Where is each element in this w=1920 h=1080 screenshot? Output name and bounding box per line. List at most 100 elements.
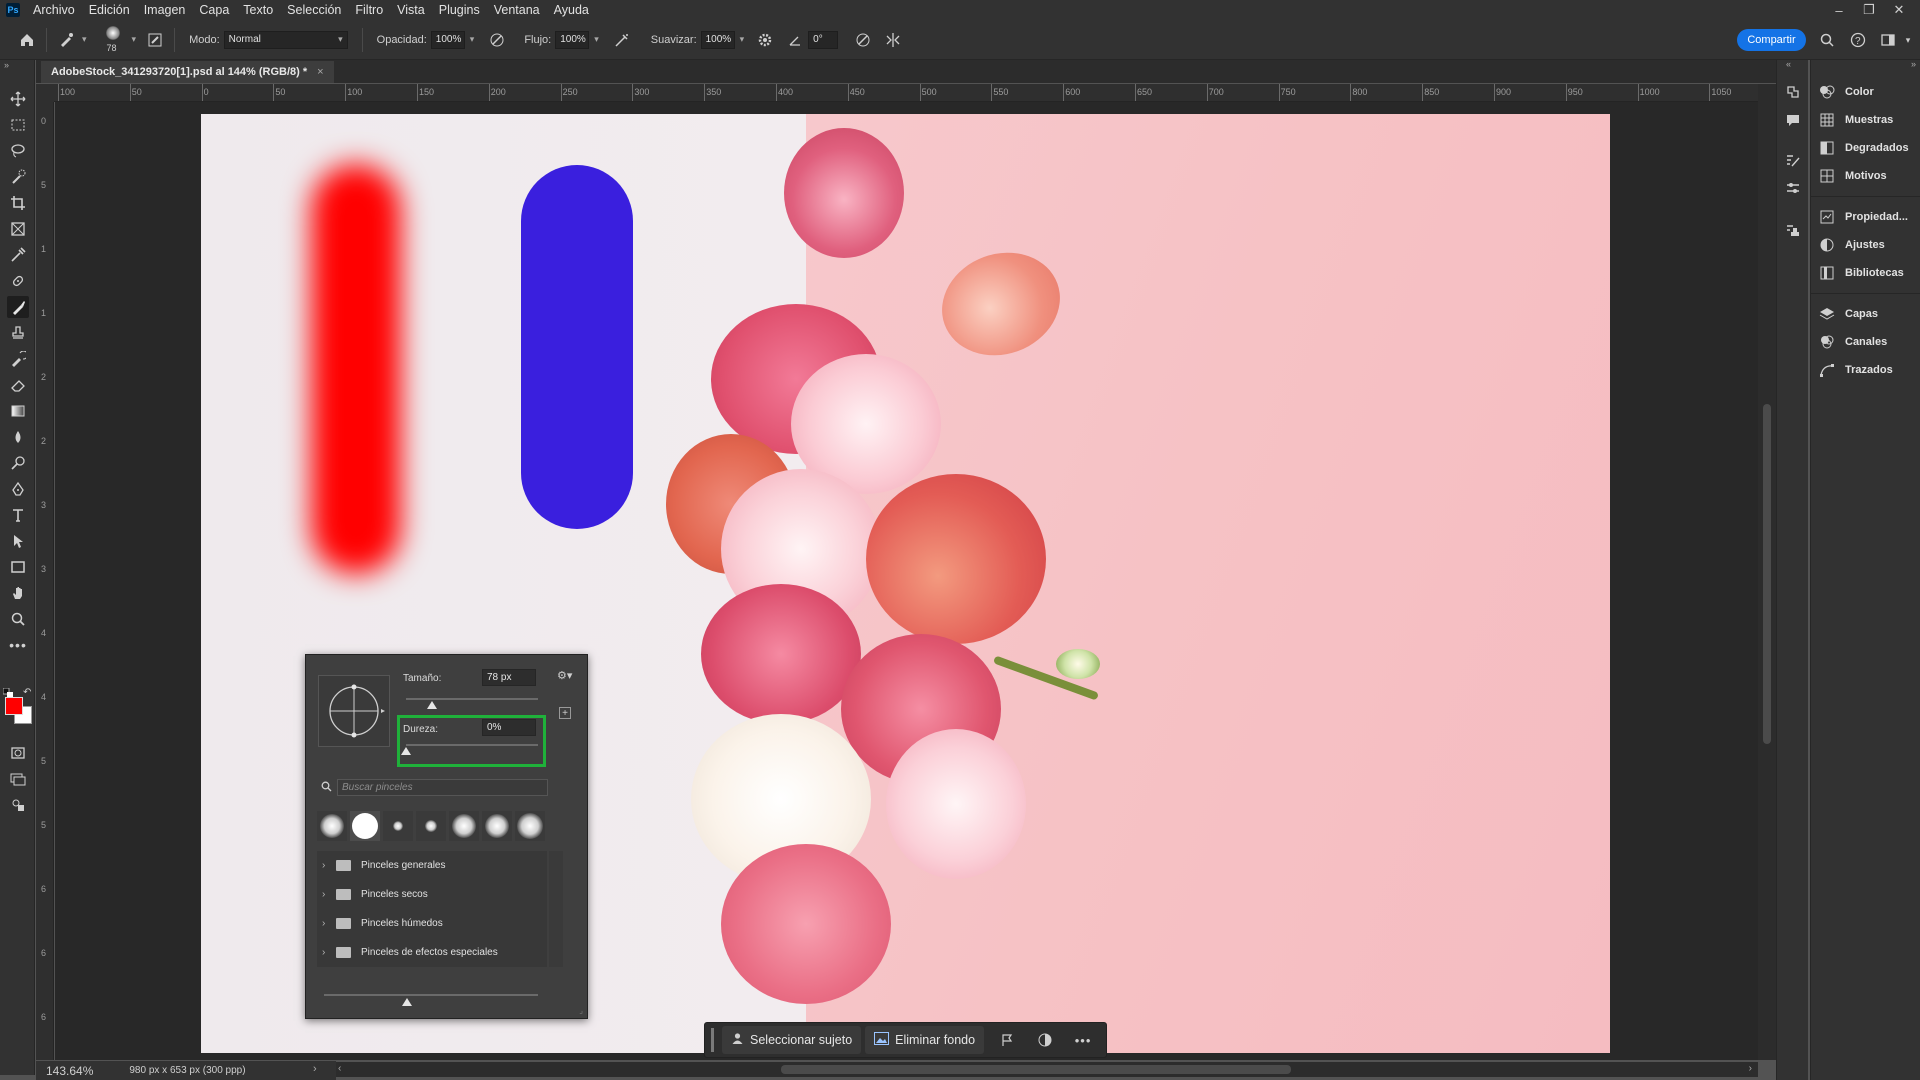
more-options-icon[interactable]: ••• <box>1064 1026 1102 1054</box>
opacity-input[interactable]: 100% <box>430 30 465 49</box>
hardness-input[interactable]: 0% <box>482 719 536 736</box>
select-subject-button[interactable]: Seleccionar sujeto <box>722 1026 862 1054</box>
vertical-scroll-thumb[interactable] <box>1763 404 1771 744</box>
swap-colors-icon[interactable]: ↶ <box>23 687 31 698</box>
restore-icon[interactable]: ❐ <box>1854 0 1884 20</box>
brush-folder-dry[interactable]: › Pinceles secos <box>317 880 547 909</box>
hardness-slider[interactable] <box>406 744 538 746</box>
minimize-icon[interactable]: – <box>1824 0 1854 20</box>
hand-tool-icon[interactable] <box>7 582 29 604</box>
panel-color[interactable]: Color <box>1819 82 1874 102</box>
brush-search-input[interactable]: Buscar pinceles <box>337 779 548 796</box>
panel-channels[interactable]: Canales <box>1819 332 1887 352</box>
menu-capa[interactable]: Capa <box>192 0 236 20</box>
clone-stamp-tool-icon[interactable] <box>7 322 29 344</box>
quick-selection-tool-icon[interactable] <box>7 166 29 188</box>
panel-properties[interactable]: Propiedad... <box>1819 207 1908 227</box>
type-tool-icon[interactable] <box>7 504 29 526</box>
brush-tip-soft-medium-2[interactable] <box>482 811 512 841</box>
edit-toolbar-icon[interactable] <box>7 794 29 816</box>
foreground-color-swatch[interactable] <box>5 697 23 715</box>
airbrush-icon[interactable] <box>609 27 635 53</box>
brush-picker[interactable]: 78 <box>97 22 129 58</box>
dodge-tool-icon[interactable] <box>7 452 29 474</box>
default-colors-icon[interactable] <box>2 687 13 698</box>
document-tab[interactable]: AdobeStock_341293720[1].psd al 144% (RGB… <box>41 61 334 83</box>
resize-grip-icon[interactable]: ⌟ <box>579 1006 583 1015</box>
history-panel-icon[interactable] <box>1785 84 1801 103</box>
flag-icon[interactable] <box>988 1026 1026 1054</box>
brush-tip-hard-selected[interactable] <box>350 811 380 841</box>
chevron-down-icon[interactable]: ▾ <box>594 34 599 45</box>
menu-edicion[interactable]: Edición <box>82 0 137 20</box>
clone-source-icon[interactable] <box>1785 222 1801 241</box>
pressure-opacity-icon[interactable] <box>484 27 510 53</box>
angle-input[interactable]: 0° <box>808 30 839 49</box>
lasso-tool-icon[interactable] <box>7 140 29 162</box>
horizontal-scrollbar[interactable]: ‹ › <box>336 1062 1758 1077</box>
brush-folder-wet[interactable]: › Pinceles húmedos <box>317 909 547 938</box>
brush-tool-icon[interactable] <box>7 296 29 318</box>
mode-select[interactable]: Normal ▾ <box>223 30 348 49</box>
panel-paths[interactable]: Trazados <box>1819 360 1893 380</box>
close-window-icon[interactable]: ✕ <box>1884 0 1914 20</box>
panel-layers[interactable]: Capas <box>1819 304 1878 324</box>
menu-vista[interactable]: Vista <box>390 0 432 20</box>
panel-gradients[interactable]: Degradados <box>1819 138 1909 158</box>
brush-tip-soft-medium[interactable] <box>449 811 479 841</box>
smoothing-input[interactable]: 100% <box>700 30 735 49</box>
history-brush-tool-icon[interactable] <box>7 348 29 370</box>
brush-settings-panel-icon[interactable] <box>142 27 168 53</box>
chevron-down-icon[interactable]: ▾ <box>470 34 475 45</box>
vertical-scrollbar[interactable] <box>1758 84 1776 1060</box>
expand-panels-icon[interactable]: » <box>1911 59 1916 69</box>
menu-ventana[interactable]: Ventana <box>487 0 547 20</box>
close-tab-icon[interactable]: × <box>317 66 323 78</box>
brush-tip-small-soft[interactable] <box>383 811 413 841</box>
panel-adjustments[interactable]: Ajustes <box>1819 235 1885 255</box>
marquee-tool-icon[interactable] <box>7 114 29 136</box>
gear-icon[interactable] <box>752 27 778 53</box>
scroll-left-icon[interactable]: ‹ <box>338 1063 341 1074</box>
crop-tool-icon[interactable] <box>7 192 29 214</box>
scroll-right-icon[interactable]: › <box>1749 1063 1752 1074</box>
menu-imagen[interactable]: Imagen <box>137 0 193 20</box>
menu-filtro[interactable]: Filtro <box>348 0 390 20</box>
pen-tool-icon[interactable] <box>7 478 29 500</box>
panel-libraries[interactable]: Bibliotecas <box>1819 263 1904 283</box>
adjustment-icon[interactable] <box>1026 1026 1064 1054</box>
brush-angle-preview[interactable] <box>318 675 390 747</box>
help-icon[interactable]: ? <box>1848 30 1868 50</box>
collapse-toolbar-icon[interactable]: » <box>4 60 9 70</box>
eyedropper-tool-icon[interactable] <box>7 244 29 266</box>
chevron-down-icon[interactable]: ▾ <box>1898 30 1918 50</box>
comments-panel-icon[interactable] <box>1785 112 1801 131</box>
panel-swatches[interactable]: Muestras <box>1819 110 1893 130</box>
pressure-size-icon[interactable] <box>850 27 876 53</box>
search-icon[interactable] <box>1817 30 1837 50</box>
eraser-tool-icon[interactable] <box>7 374 29 396</box>
brush-settings-icon[interactable] <box>1785 152 1801 171</box>
home-icon[interactable] <box>14 27 40 53</box>
new-preset-icon[interactable]: + <box>559 707 571 719</box>
chevron-down-icon[interactable]: ▾ <box>740 34 745 45</box>
menu-plugins[interactable]: Plugins <box>432 0 487 20</box>
size-slider[interactable] <box>406 698 538 700</box>
hardness-slider-thumb[interactable] <box>401 747 411 755</box>
brush-tip-soft-large-2[interactable] <box>515 811 545 841</box>
size-input[interactable]: 78 px <box>482 669 536 686</box>
gear-icon[interactable]: ⚙▾ <box>557 669 572 682</box>
flow-input[interactable]: 100% <box>555 30 590 49</box>
preview-size-slider[interactable] <box>324 994 538 996</box>
menu-ayuda[interactable]: Ayuda <box>547 0 596 20</box>
chevron-down-icon[interactable]: ▾ <box>82 34 87 45</box>
brush-tip-small-hard[interactable] <box>416 811 446 841</box>
menu-seleccion[interactable]: Selección <box>280 0 348 20</box>
brush-folder-general[interactable]: › Pinceles generales <box>317 851 547 880</box>
brush-folder-special-effects[interactable]: › Pinceles de efectos especiales <box>317 938 547 967</box>
quick-mask-icon[interactable] <box>7 742 29 764</box>
drag-handle[interactable] <box>711 1028 714 1052</box>
share-button[interactable]: Compartir <box>1737 29 1806 51</box>
menu-archivo[interactable]: Archivo <box>26 0 82 20</box>
symmetry-icon[interactable] <box>880 27 906 53</box>
